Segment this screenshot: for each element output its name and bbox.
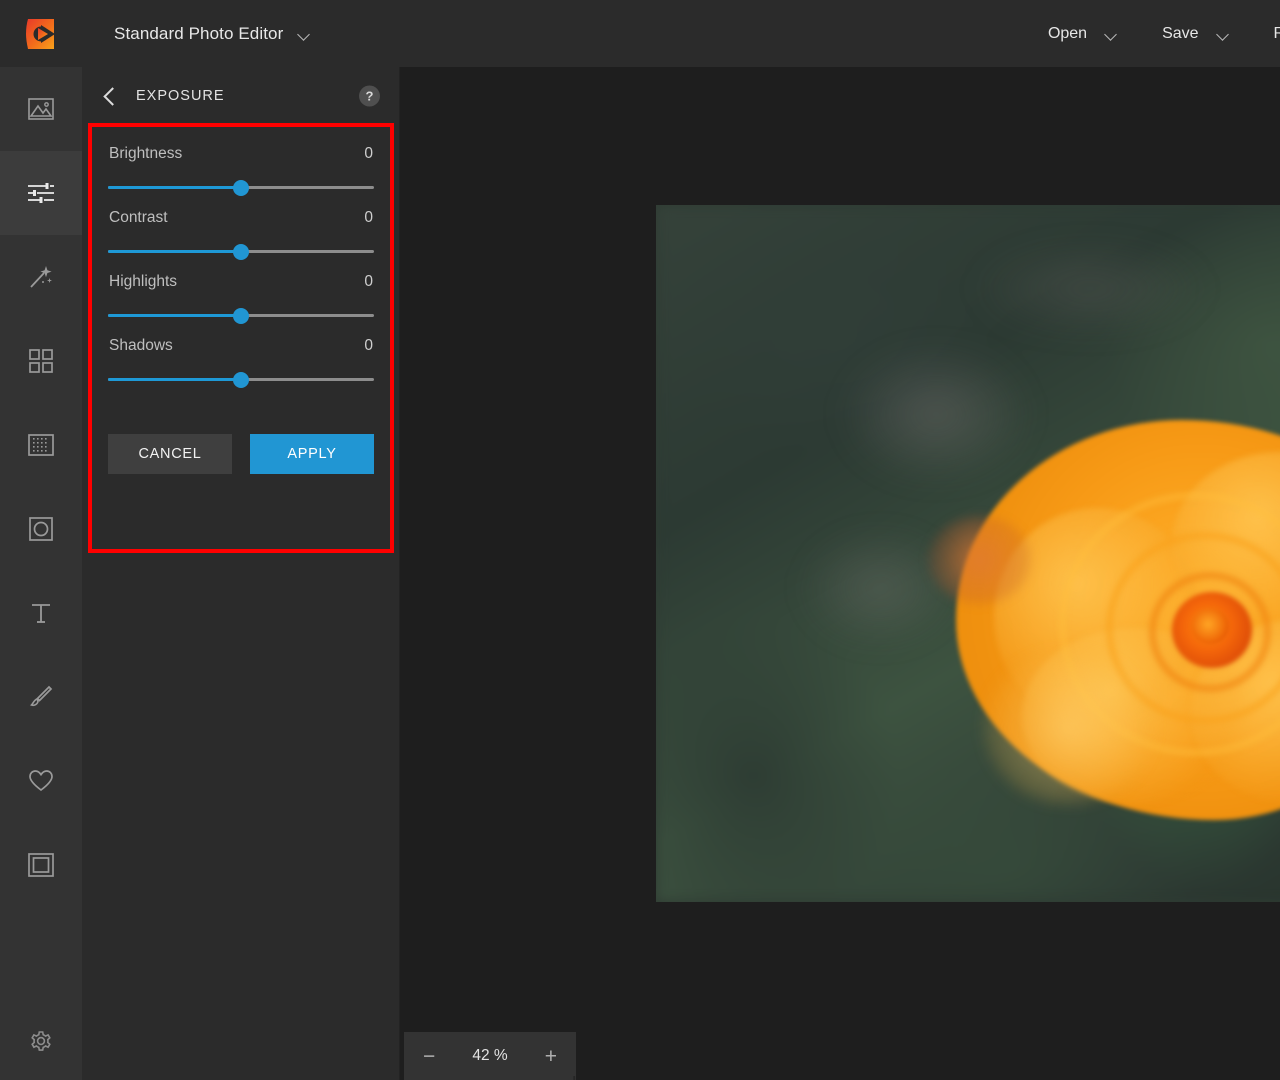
slider-track-fill — [108, 186, 241, 189]
rose-center-inner — [1191, 608, 1229, 644]
slider-brightness[interactable]: Brightness 0 — [108, 145, 374, 196]
sidebar-item-adjust[interactable] — [0, 151, 82, 235]
slider-label: Shadows — [109, 337, 173, 355]
top-bar: Standard Photo Editor Open Save Res — [0, 0, 1280, 67]
sidebar-item-texture[interactable] — [0, 403, 82, 487]
slider-thumb[interactable] — [233, 308, 249, 324]
cancel-button[interactable]: CANCEL — [108, 434, 232, 474]
border-frame-icon — [28, 853, 54, 877]
zoom-control: − 42 % + — [404, 1032, 576, 1080]
panel-actions: CANCEL APPLY — [92, 401, 390, 474]
slider-label: Contrast — [109, 209, 168, 227]
apply-button[interactable]: APPLY — [250, 434, 374, 474]
slider-label: Highlights — [109, 273, 177, 291]
chevron-down-icon — [1217, 30, 1230, 38]
panel-header: EXPOSURE ? — [82, 67, 399, 124]
tool-sidebar — [0, 67, 82, 1080]
slider-value: 0 — [364, 209, 373, 227]
highlight-annotation-box: Brightness 0 Contrast 0 — [88, 123, 394, 553]
app-title: Standard Photo Editor — [114, 24, 283, 44]
magic-wand-icon — [28, 264, 54, 290]
slider-track-wrap[interactable] — [108, 244, 374, 260]
slider-value: 0 — [364, 273, 373, 291]
vignette-focus-icon — [29, 517, 53, 541]
zoom-level-value: 42 % — [472, 1047, 507, 1065]
slider-value: 0 — [364, 337, 373, 355]
slider-track-wrap[interactable] — [108, 180, 374, 196]
open-menu-button[interactable]: Open — [1026, 0, 1140, 67]
reset-menu-button[interactable]: Res — [1252, 0, 1280, 67]
save-menu-button[interactable]: Save — [1140, 0, 1251, 67]
zoom-in-button[interactable]: + — [545, 1046, 557, 1067]
slider-thumb[interactable] — [233, 180, 249, 196]
slider-value: 0 — [364, 145, 373, 163]
grid-collage-icon — [29, 349, 53, 373]
rose-lower-petal — [984, 652, 1153, 804]
sidebar-item-draw[interactable] — [0, 655, 82, 739]
slider-track-fill — [108, 250, 241, 253]
heart-sticker-icon — [28, 769, 54, 793]
sidebar-item-collage[interactable] — [0, 319, 82, 403]
canvas-area[interactable] — [400, 67, 1280, 1028]
save-label: Save — [1162, 25, 1198, 43]
text-tool-icon — [29, 601, 53, 625]
panel-title: EXPOSURE — [136, 88, 225, 104]
adjust-sliders-icon — [27, 182, 55, 204]
zoom-out-button[interactable]: − — [423, 1046, 435, 1067]
reset-label: Res — [1274, 25, 1280, 43]
slider-shadows[interactable]: Shadows 0 — [108, 337, 374, 388]
gear-icon — [28, 1028, 54, 1054]
chevron-down-icon — [1105, 30, 1118, 38]
chevron-down-icon — [298, 30, 311, 38]
sidebar-item-stickers[interactable] — [0, 739, 82, 823]
sidebar-item-settings[interactable] — [0, 1008, 82, 1074]
slider-highlights[interactable]: Highlights 0 — [108, 273, 374, 324]
sidebar-item-text[interactable] — [0, 571, 82, 655]
back-chevron-icon[interactable] — [102, 85, 118, 107]
app-title-dropdown[interactable]: Standard Photo Editor — [114, 24, 311, 44]
photo-image[interactable] — [656, 205, 1280, 902]
brand-logo-icon — [24, 16, 58, 52]
slider-track-wrap[interactable] — [108, 372, 374, 388]
slider-track-fill — [108, 378, 241, 381]
help-label: ? — [366, 89, 374, 102]
frame-texture-icon — [28, 434, 54, 456]
slider-contrast[interactable]: Contrast 0 — [108, 209, 374, 260]
slider-thumb[interactable] — [233, 244, 249, 260]
photo-editor-app: Standard Photo Editor Open Save Res — [0, 0, 1280, 1080]
slider-thumb[interactable] — [233, 372, 249, 388]
top-bar-menu: Open Save Res — [1026, 0, 1280, 67]
rose-edge-petal — [928, 516, 1031, 604]
sidebar-item-image[interactable] — [0, 67, 82, 151]
slider-group: Brightness 0 Contrast 0 — [92, 127, 390, 388]
sidebar-item-focus[interactable] — [0, 487, 82, 571]
open-label: Open — [1048, 25, 1087, 43]
slider-track-fill — [108, 314, 241, 317]
brand-logo[interactable] — [0, 0, 82, 67]
zoom-bar: − 42 % + browser — [400, 1028, 1280, 1080]
slider-track-wrap[interactable] — [108, 308, 374, 324]
brush-draw-icon — [28, 684, 54, 710]
rose-subject — [956, 420, 1280, 820]
sidebar-item-effects[interactable] — [0, 235, 82, 319]
slider-label: Brightness — [109, 145, 182, 163]
exposure-panel: EXPOSURE ? Brightness 0 — [82, 67, 400, 1080]
image-icon — [28, 98, 54, 120]
help-question-icon[interactable]: ? — [359, 85, 380, 106]
sidebar-item-frames[interactable] — [0, 823, 82, 907]
browser-ghost-text: browser — [572, 1074, 645, 1080]
